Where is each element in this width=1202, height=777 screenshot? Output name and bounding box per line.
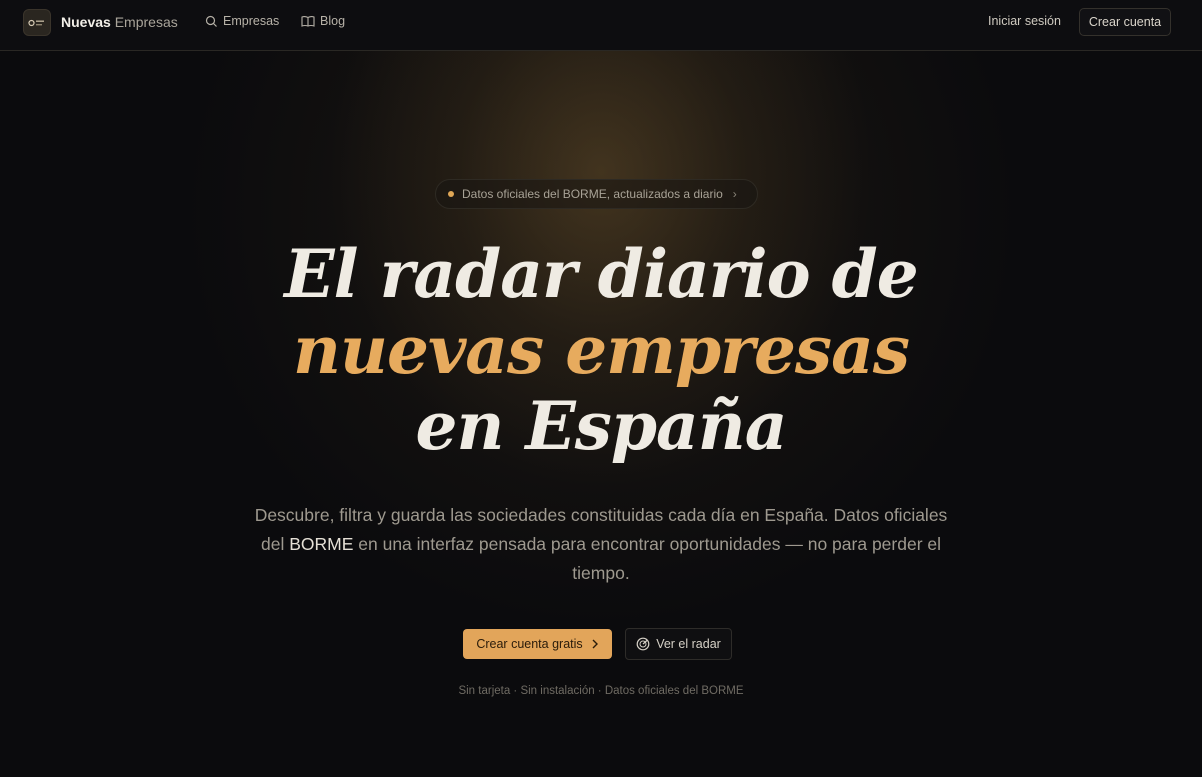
announcement-pill[interactable]: Datos oficiales del BORME, actualizados … bbox=[435, 179, 758, 209]
nav-item-blog[interactable]: Blog bbox=[301, 14, 345, 28]
logo-icon bbox=[28, 19, 44, 26]
cta-secondary-label: Ver el radar bbox=[656, 637, 721, 651]
landing-page: Nuevas Empresas Empresas Blog Iniciar se… bbox=[0, 0, 1202, 777]
cta-primary-label: Crear cuenta gratis bbox=[476, 637, 583, 651]
status-dot-icon bbox=[448, 191, 454, 197]
headline-accent: nuevas empresas bbox=[292, 311, 910, 389]
hero-description: Descubre, filtra y guarda las sociedades… bbox=[251, 501, 951, 588]
hero-headline: El radar diario de nuevas empresas en Es… bbox=[0, 236, 1202, 464]
create-account-free-button[interactable]: Crear cuenta gratis bbox=[463, 629, 612, 659]
nav-item-label: Empresas bbox=[223, 14, 280, 28]
chevron-right-icon bbox=[592, 639, 598, 649]
signup-button[interactable]: Crear cuenta bbox=[1079, 8, 1171, 36]
brand-light: Empresas bbox=[114, 14, 178, 30]
top-nav: Nuevas Empresas Empresas Blog Iniciar se… bbox=[0, 0, 1202, 51]
logo[interactable] bbox=[23, 9, 51, 36]
brand-name[interactable]: Nuevas Empresas bbox=[61, 14, 178, 30]
view-radar-button[interactable]: Ver el radar bbox=[625, 628, 732, 660]
nav-item-empresas[interactable]: Empresas bbox=[205, 14, 279, 28]
description-part-2: en una interfaz pensada para encontrar o… bbox=[353, 534, 942, 583]
headline-line-1: El radar diario de bbox=[284, 235, 919, 313]
pill-text: Datos oficiales del BORME, actualizados … bbox=[462, 187, 723, 201]
book-icon bbox=[301, 16, 315, 27]
headline-line-3: en España bbox=[415, 387, 787, 465]
radar-icon bbox=[636, 637, 650, 651]
description-highlight: BORME bbox=[289, 534, 354, 554]
nav-item-label: Blog bbox=[320, 14, 346, 28]
login-link[interactable]: Iniciar sesión bbox=[988, 14, 1061, 28]
brand-bold: Nuevas bbox=[61, 14, 111, 30]
hero-footnote: Sin tarjeta · Sin instalación · Datos of… bbox=[458, 685, 744, 697]
chevron-right-icon: › bbox=[732, 187, 737, 201]
search-icon bbox=[205, 15, 217, 27]
